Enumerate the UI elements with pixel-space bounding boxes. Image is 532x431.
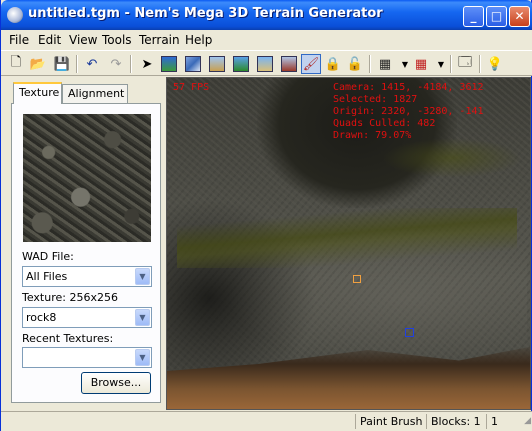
open-icon: 📂 — [29, 56, 47, 72]
camera-readout: Camera: 1415, -4184, 3612 — [333, 82, 484, 93]
lightbulb-button[interactable]: 💡 — [485, 54, 505, 74]
chevron-down-icon[interactable]: ▼ — [135, 309, 150, 326]
origin-readout: Origin: 2320, -3280, -141 — [333, 106, 484, 117]
chevron-down-icon[interactable]: ▼ — [135, 268, 150, 285]
menu-file[interactable]: File — [9, 33, 29, 47]
menu-terrain[interactable]: Terrain — [139, 33, 180, 47]
chevron-down-icon: ▼ — [401, 59, 409, 69]
undo-icon: ↶ — [86, 56, 98, 72]
texture-select[interactable]: rock8 ▼ — [22, 307, 152, 328]
terrain-5-icon — [257, 56, 273, 72]
wad-file-value: All Files — [26, 270, 68, 283]
drawn-readout: Drawn: 79.07% — [333, 130, 412, 141]
terrain-5-button[interactable] — [255, 54, 275, 74]
status-blocks: Blocks: 1 — [426, 414, 486, 429]
toolbar-separator — [479, 55, 481, 73]
toolbar: 🗋 📂 💾 ↶ ↷ ➤ 🖌 🔒 🔓 ▦ ▼ ▦ ▼ 🗔 💡 — [1, 50, 532, 76]
redo-icon: ↷ — [110, 56, 122, 72]
maximize-icon: □ — [490, 9, 503, 23]
terrain-2-icon — [185, 56, 201, 72]
quads-culled-readout: Quads Culled: 482 — [333, 118, 436, 129]
new-button[interactable]: 🗋 — [6, 54, 26, 74]
browse-button[interactable]: Browse... — [81, 372, 151, 394]
toolbar-separator — [450, 55, 452, 73]
texture-panel: Texture Alignment WAD File: All Files ▼ … — [11, 82, 163, 404]
wad-file-select[interactable]: All Files ▼ — [22, 266, 152, 287]
toolbar-separator — [369, 55, 371, 73]
terrain-light-plateau — [227, 228, 527, 368]
terrain-1-button[interactable] — [159, 54, 179, 74]
terrain-4-button[interactable] — [231, 54, 251, 74]
toolbar-separator — [76, 55, 78, 73]
window-title: untitled.tgm - Nem's Mega 3D Terrain Gen… — [28, 6, 383, 21]
wad-file-label: WAD File: — [22, 250, 74, 263]
grid-icon: ▦ — [378, 56, 392, 72]
unlock-button[interactable]: 🔓 — [345, 54, 365, 74]
texture-preview — [23, 114, 151, 242]
recent-textures-select[interactable]: ▼ — [22, 347, 152, 368]
fps-readout: 57 FPS — [173, 82, 210, 93]
open-button[interactable]: 📂 — [28, 54, 48, 74]
select-button[interactable]: ➤ — [137, 54, 157, 74]
terrain-4-icon — [233, 56, 249, 72]
chevron-down-icon[interactable]: ▼ — [135, 349, 150, 366]
menu-tools[interactable]: Tools — [102, 33, 132, 47]
terrain-6-button[interactable] — [279, 54, 299, 74]
status-tool: Paint Brush — [355, 414, 424, 429]
menu-help[interactable]: Help — [185, 33, 212, 47]
recent-textures-label: Recent Textures: — [22, 332, 114, 345]
tab-alignment[interactable]: Alignment — [62, 84, 128, 103]
grid-red-dropdown-button[interactable]: ▼ — [431, 54, 451, 74]
grid-button[interactable]: ▦ — [375, 54, 395, 74]
minimize-icon: _ — [470, 9, 477, 23]
lightbulb-icon: 💡 — [486, 56, 504, 72]
texture-value: rock8 — [26, 311, 57, 324]
title-bar[interactable]: untitled.tgm - Nem's Mega 3D Terrain Gen… — [1, 0, 532, 30]
chevron-down-icon: ▼ — [437, 59, 445, 69]
properties-icon: 🗔 — [457, 55, 473, 70]
lock-button[interactable]: 🔒 — [323, 54, 343, 74]
new-icon: 🗋 — [10, 55, 22, 70]
app-icon[interactable] — [7, 7, 23, 23]
unlock-icon: 🔓 — [346, 56, 364, 72]
select-arrow-icon: ➤ — [141, 56, 153, 72]
tab-texture[interactable]: Texture — [13, 82, 62, 104]
close-icon: ✕ — [514, 9, 525, 23]
maximize-button[interactable]: □ — [486, 6, 507, 27]
save-icon: 💾 — [53, 56, 71, 72]
selection-marker — [405, 328, 414, 337]
minimize-button[interactable]: _ — [463, 6, 484, 27]
texture-tab-page: WAD File: All Files ▼ Texture: 256x256 r… — [11, 103, 161, 403]
resize-grip-icon[interactable]: ◢ — [524, 416, 531, 426]
undo-button[interactable]: ↶ — [82, 54, 102, 74]
terrain-1-icon — [161, 56, 177, 72]
texture-size-label: Texture: 256x256 — [22, 291, 118, 304]
lock-icon: 🔒 — [324, 56, 342, 72]
close-button[interactable]: ✕ — [509, 6, 530, 27]
terrain-3-icon — [209, 56, 225, 72]
terrain-3-button[interactable] — [207, 54, 227, 74]
origin-marker — [353, 275, 361, 283]
menu-bar: File Edit View Tools Terrain Help — [1, 30, 532, 50]
terrain-6-icon — [281, 56, 297, 72]
app-window: untitled.tgm - Nem's Mega 3D Terrain Gen… — [0, 0, 532, 431]
status-extra: 1 — [486, 414, 505, 429]
save-button[interactable]: 💾 — [52, 54, 72, 74]
grid-red-button[interactable]: ▦ — [411, 54, 431, 74]
grid-red-icon: ▦ — [414, 56, 428, 72]
terrain-viewport[interactable]: 57 FPS Camera: 1415, -4184, 3612 Selecte… — [166, 77, 531, 410]
menu-edit[interactable]: Edit — [38, 33, 61, 47]
properties-button[interactable]: 🗔 — [455, 54, 475, 74]
status-bar: Paint Brush Blocks: 1 1 ◢ — [1, 411, 532, 431]
redo-button[interactable]: ↷ — [106, 54, 126, 74]
terrain-2-button[interactable] — [183, 54, 203, 74]
paint-brush-button[interactable]: 🖌 — [301, 54, 321, 74]
menu-view[interactable]: View — [69, 33, 97, 47]
terrain-moss-patch — [382, 138, 522, 178]
paint-brush-icon: 🖌 — [302, 56, 320, 72]
toolbar-separator — [130, 55, 132, 73]
selected-readout: Selected: 1827 — [333, 94, 418, 105]
